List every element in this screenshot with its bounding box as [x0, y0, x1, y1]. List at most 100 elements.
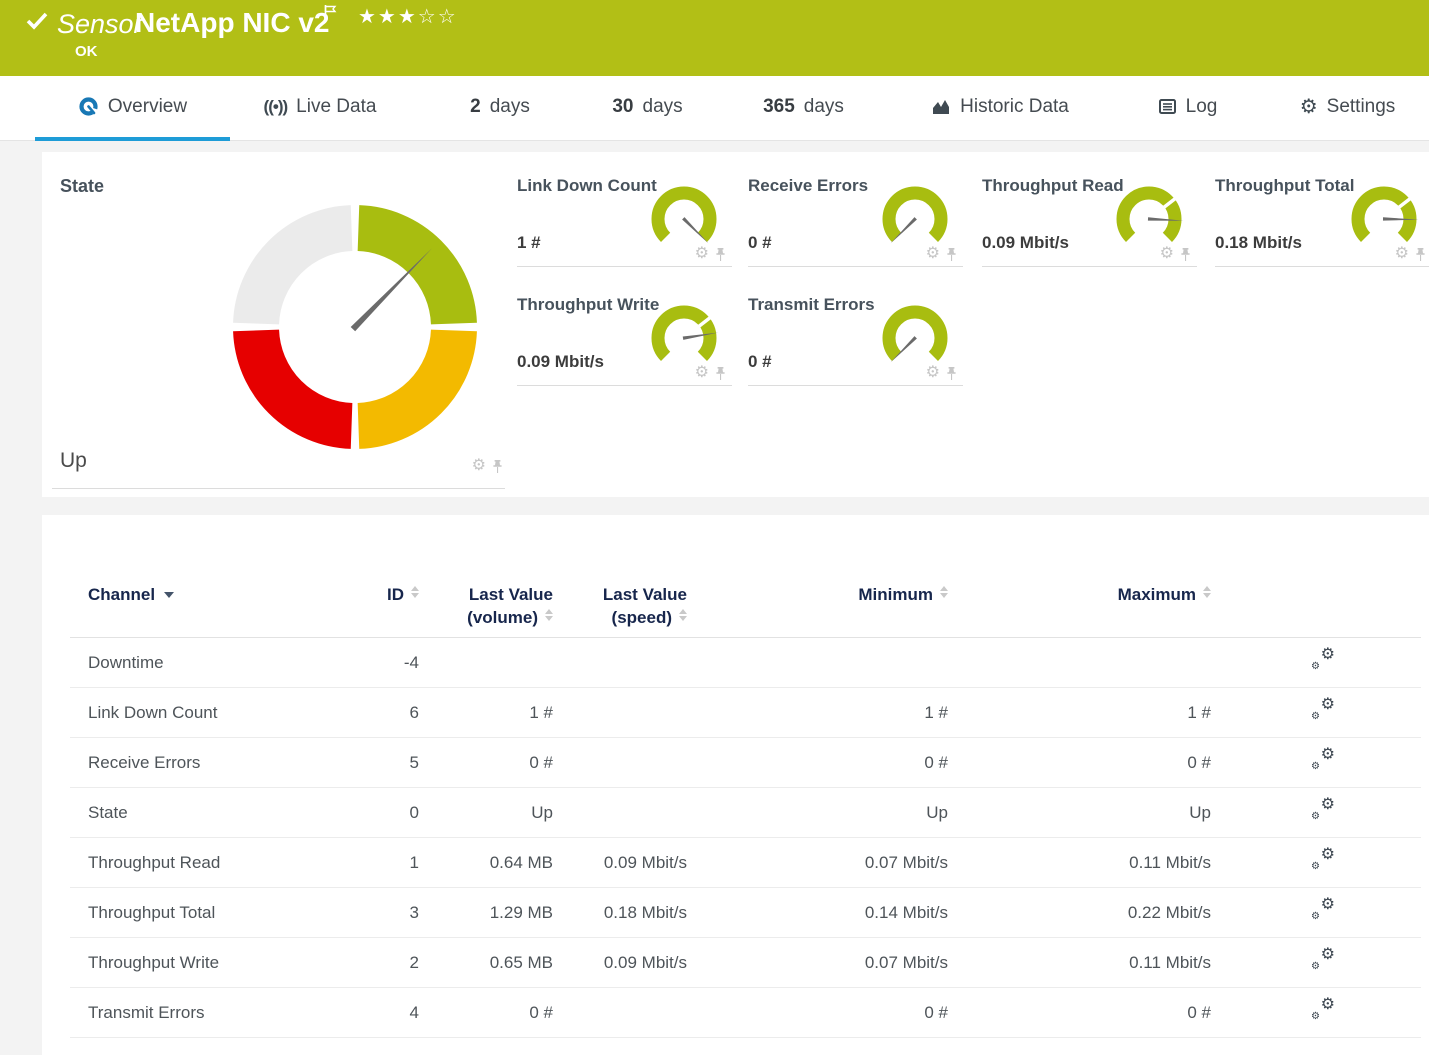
- channel-settings-gears-icon[interactable]: ⚙⚙: [1311, 950, 1335, 970]
- channel-settings-gears-icon[interactable]: ⚙⚙: [1311, 1000, 1335, 1020]
- column-label: Maximum: [1118, 585, 1196, 604]
- cell-minimum: 0.07 Mbit/s: [687, 938, 948, 988]
- tab-label: Overview: [108, 96, 187, 118]
- gear-icon[interactable]: ⚙: [1160, 246, 1174, 262]
- cell-id: 5: [360, 738, 425, 788]
- tab-bar: Overview ((•)) Live Data 2 days 30 days …: [0, 76, 1429, 141]
- cell-minimum: Up: [687, 788, 948, 838]
- mini-gauge-cell: Throughput Read 0.09 Mbit/s ⚙: [982, 168, 1197, 267]
- tab-label: Historic Data: [960, 96, 1069, 118]
- mini-gauge-cell: Link Down Count 1 # ⚙: [517, 168, 732, 267]
- column-header-id[interactable]: ID: [360, 583, 425, 638]
- gauge-title: Throughput Read: [982, 176, 1124, 196]
- gauge-col-2: Receive Errors 0 # ⚙ Transmit Errors 0 #…: [748, 152, 963, 497]
- cell-minimum: 0.14 Mbit/s: [687, 888, 948, 938]
- column-sublabel: (speed): [612, 608, 672, 627]
- cell-maximum: 0.22 Mbit/s: [948, 888, 1211, 938]
- pin-icon[interactable]: [1415, 248, 1426, 262]
- cell-minimum: 0.07 Mbit/s: [687, 838, 948, 888]
- column-header-minimum[interactable]: Minimum: [687, 583, 948, 638]
- channel-settings-gears-icon[interactable]: ⚙⚙: [1311, 650, 1335, 670]
- priority-stars[interactable]: ★★★☆☆: [358, 4, 458, 29]
- ok-check-icon: [26, 12, 48, 30]
- pin-icon[interactable]: [715, 248, 726, 262]
- mini-gauge-cell: Transmit Errors 0 # ⚙: [748, 287, 963, 386]
- column-header-last-value-volume[interactable]: Last Value (volume): [425, 583, 553, 638]
- divider: [52, 488, 505, 489]
- column-header-channel[interactable]: Channel: [70, 583, 360, 638]
- channel-settings-gears-icon[interactable]: ⚙⚙: [1311, 800, 1335, 820]
- gauge-title: State: [60, 176, 104, 197]
- tab-unit: days: [490, 96, 530, 118]
- gear-icon[interactable]: ⚙: [1395, 246, 1409, 262]
- gear-icon: ⚙: [1300, 97, 1318, 117]
- column-header-maximum[interactable]: Maximum: [948, 583, 1211, 638]
- cell-minimum: [687, 638, 948, 688]
- gauge-value: 0.18 Mbit/s: [1215, 233, 1302, 253]
- tab-live-data[interactable]: ((•)) Live Data: [240, 76, 400, 141]
- gear-icon[interactable]: ⚙: [695, 365, 709, 381]
- column-header-last-value-speed[interactable]: Last Value (speed): [553, 583, 687, 638]
- sort-icon: [545, 609, 553, 621]
- state-gauge: [230, 202, 480, 452]
- channel-settings-gears-icon[interactable]: ⚙⚙: [1311, 850, 1335, 870]
- tab-unit: days: [804, 96, 844, 118]
- gauge-icon: [78, 96, 99, 117]
- cell-id: -4: [360, 638, 425, 688]
- channel-settings-gears-icon[interactable]: ⚙⚙: [1311, 700, 1335, 720]
- pin-icon[interactable]: [715, 367, 726, 381]
- sort-icon: [679, 609, 687, 621]
- tab-log[interactable]: Log: [1135, 76, 1240, 141]
- mini-gauge: [879, 182, 951, 254]
- gauge-col-3: Throughput Read 0.09 Mbit/s ⚙: [982, 152, 1197, 497]
- table-row: State 0 Up Up Up ⚙⚙: [70, 788, 1421, 838]
- state-gauge-cell: State Up ⚙: [42, 152, 515, 497]
- cell-last-value-speed: [553, 738, 687, 788]
- tab-overview[interactable]: Overview: [35, 76, 230, 141]
- cell-last-value-volume: 1.29 MB: [425, 888, 553, 938]
- pin-icon[interactable]: [492, 460, 503, 474]
- cell-id: 4: [360, 988, 425, 1038]
- gear-icon[interactable]: ⚙: [926, 365, 940, 381]
- cell-last-value-volume: 0 #: [425, 988, 553, 1038]
- channel-settings-gears-icon[interactable]: ⚙⚙: [1311, 750, 1335, 770]
- gauge-col-4: Throughput Total 0.18 Mbit/s ⚙: [1215, 152, 1429, 497]
- column-label: Last Value: [553, 583, 687, 606]
- pin-icon[interactable]: [946, 248, 957, 262]
- state-segment-warning: [358, 330, 453, 425]
- gear-icon[interactable]: ⚙: [472, 458, 486, 474]
- pin-icon[interactable]: [1180, 248, 1191, 262]
- sensor-status-banner: Sensor NetApp NIC v2 ★★★☆☆ OK: [0, 0, 1429, 76]
- page-body: State Up ⚙ Link Down Count: [0, 141, 1429, 1055]
- sort-icon: [940, 586, 948, 598]
- tab-365-days[interactable]: 365 days: [737, 76, 870, 141]
- mini-gauge-cell: Throughput Total 0.18 Mbit/s ⚙: [1215, 168, 1429, 267]
- flag-icon[interactable]: [324, 5, 337, 21]
- sort-desc-icon: [164, 592, 174, 598]
- table-row: Throughput Total 3 1.29 MB 0.18 Mbit/s 0…: [70, 888, 1421, 938]
- table-row: Transmit Errors 4 0 # 0 # 0 # ⚙⚙: [70, 988, 1421, 1038]
- tab-30-days[interactable]: 30 days: [585, 76, 710, 141]
- pin-icon[interactable]: [946, 367, 957, 381]
- cell-channel: State: [70, 788, 360, 838]
- overview-gauges-panel: State Up ⚙ Link Down Count: [42, 152, 1429, 497]
- channel-settings-gears-icon[interactable]: ⚙⚙: [1311, 900, 1335, 920]
- cell-id: 2: [360, 938, 425, 988]
- tab-settings[interactable]: ⚙ Settings: [1275, 76, 1420, 141]
- gear-icon[interactable]: ⚙: [926, 246, 940, 262]
- cell-last-value-volume: 1 #: [425, 688, 553, 738]
- tab-2-days[interactable]: 2 days: [440, 76, 560, 141]
- tab-historic-data[interactable]: Historic Data: [900, 76, 1100, 141]
- column-label: Last Value: [425, 583, 553, 606]
- cell-maximum: [948, 638, 1211, 688]
- gear-icon[interactable]: ⚙: [695, 246, 709, 262]
- cell-last-value-volume: 0 #: [425, 738, 553, 788]
- mini-gauge: [648, 182, 720, 254]
- tab-label: Settings: [1327, 96, 1396, 118]
- table-row: Link Down Count 6 1 # 1 # 1 # ⚙⚙: [70, 688, 1421, 738]
- area-chart-icon: [931, 98, 951, 115]
- broadcast-icon: ((•)): [264, 97, 288, 117]
- gauge-value: 0.09 Mbit/s: [517, 352, 604, 372]
- cell-channel: Transmit Errors: [70, 988, 360, 1038]
- column-sublabel: (volume): [467, 608, 538, 627]
